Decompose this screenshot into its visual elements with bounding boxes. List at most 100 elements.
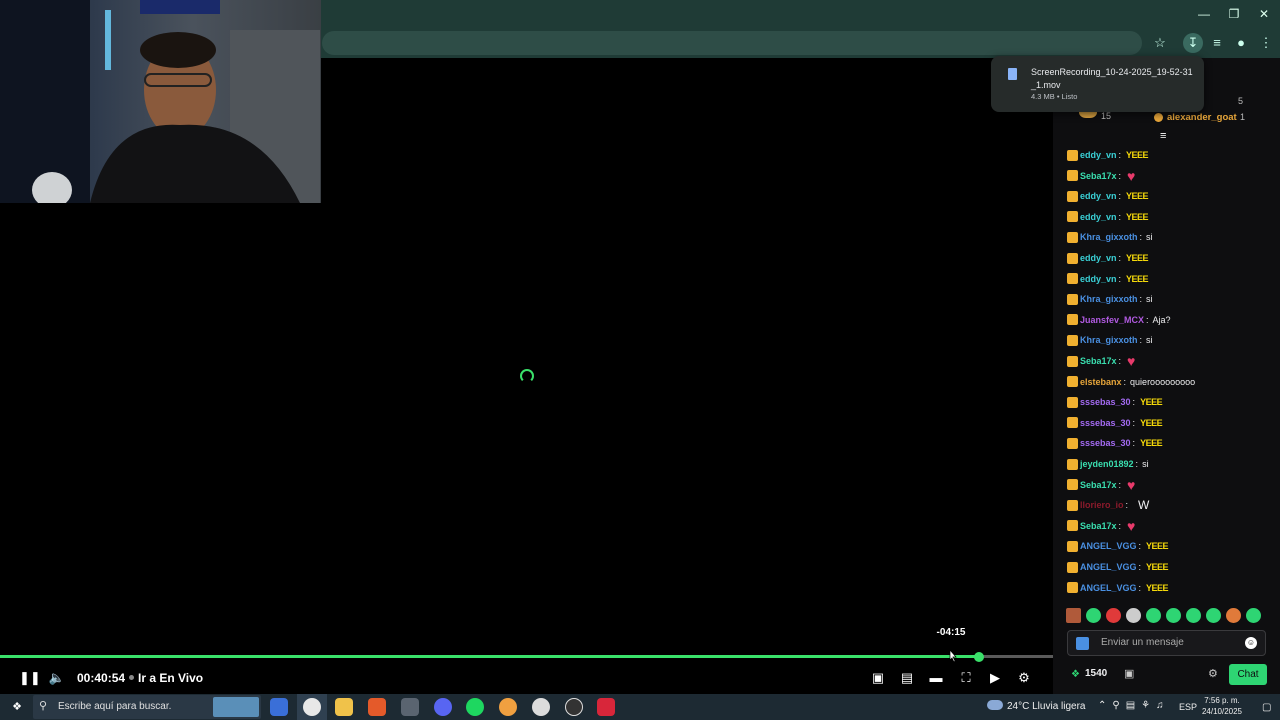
chat-message-input[interactable]: Enviar un mensaje ☺	[1067, 630, 1266, 656]
yeee-emote[interactable]: YEEE	[1126, 208, 1149, 226]
chat-username[interactable]: sssebas_30	[1080, 434, 1131, 452]
spotify-app-icon[interactable]	[466, 698, 484, 716]
yeee-emote[interactable]: YEEE	[1140, 414, 1163, 432]
yeee-emote[interactable]: YEEE	[1126, 146, 1149, 164]
recorder-app-icon[interactable]	[597, 698, 615, 716]
subscriber-badge-icon[interactable]	[1067, 396, 1078, 408]
subscriber-badge-icon[interactable]	[1067, 293, 1078, 305]
emote-icon[interactable]	[1226, 607, 1241, 623]
emote-icon[interactable]	[1086, 607, 1101, 623]
subscriber-badge-icon[interactable]	[1067, 499, 1078, 511]
subscriber-badge-icon[interactable]	[1067, 252, 1078, 264]
subscriber-badge-icon[interactable]	[1067, 190, 1078, 202]
heart-emote-icon[interactable]: ♥	[1127, 167, 1135, 185]
theatre-mode-icon[interactable]: ▬	[927, 669, 945, 687]
settings-gear-icon[interactable]: ⚙	[1015, 669, 1033, 687]
yeee-emote[interactable]: YEEE	[1146, 558, 1169, 576]
yeee-emote[interactable]: YEEE	[1126, 249, 1149, 267]
yeee-emote[interactable]: YEEE	[1146, 579, 1169, 597]
heart-emote-icon[interactable]: ♥	[1127, 352, 1135, 370]
chat-username[interactable]: jeyden01892	[1080, 455, 1134, 473]
heart-emote-icon[interactable]: ♥	[1127, 517, 1135, 535]
subscriber-badge-icon[interactable]	[1067, 561, 1078, 573]
download-filename[interactable]: ScreenRecording_10-24-2025_19-52-31_1.mo…	[1031, 66, 1196, 92]
subscriber-badge-icon[interactable]	[1067, 231, 1078, 243]
subscriber-badge-icon[interactable]	[1067, 540, 1078, 552]
emote-icon[interactable]	[1246, 607, 1261, 623]
chat-username[interactable]: Khra_gixxoth	[1080, 331, 1138, 349]
subscriber-badge-icon[interactable]	[1067, 170, 1078, 182]
emote-icon[interactable]	[1126, 607, 1141, 623]
subscriber-badge-icon[interactable]	[1067, 314, 1078, 326]
emote-picker-icon[interactable]: ☺	[1245, 637, 1257, 649]
fullscreen-icon[interactable]: ⛶	[957, 669, 975, 687]
menu-kebab-icon[interactable]: ⋮	[1256, 33, 1276, 53]
speed-icon[interactable]: ▶	[986, 669, 1004, 687]
windows-start-icon[interactable]: ❖	[8, 698, 26, 716]
emote-icon[interactable]	[1186, 607, 1201, 623]
restore-icon[interactable]: ❐	[1219, 4, 1249, 24]
system-tray-icons[interactable]: ⌃⚲▤⚘♫	[1098, 700, 1178, 711]
chrome-app-icon[interactable]	[303, 698, 321, 716]
language-indicator[interactable]: ESP	[1179, 702, 1197, 712]
chat-username[interactable]: Seba17x	[1080, 167, 1117, 185]
gift-icon[interactable]: ▣	[1124, 667, 1134, 680]
copilot-app-icon[interactable]	[270, 698, 288, 716]
weather-text[interactable]: 24°C Lluvia ligera	[1007, 701, 1086, 712]
chat-username[interactable]: Juansfev_MCX	[1080, 311, 1144, 329]
close-icon[interactable]: ✕	[1249, 4, 1279, 24]
chrome-profile-app-icon[interactable]	[499, 698, 517, 716]
reading-list-icon[interactable]: ≡	[1207, 33, 1227, 53]
subscriber-badge-icon[interactable]	[1067, 582, 1078, 594]
emote-icon[interactable]	[1166, 607, 1181, 623]
minimize-icon[interactable]: —	[1189, 4, 1219, 24]
emote-icon[interactable]	[1206, 607, 1221, 623]
channel-points-count[interactable]: 1540	[1085, 668, 1107, 679]
chat-username[interactable]: Khra_gixxoth	[1080, 228, 1138, 246]
yeee-emote[interactable]: YEEE	[1146, 537, 1169, 555]
chat-username[interactable]: eddy_vn	[1080, 187, 1117, 205]
settings-app-icon[interactable]	[532, 698, 550, 716]
chat-username[interactable]: elstebanx	[1080, 373, 1122, 391]
yeee-emote[interactable]: YEEE	[1140, 393, 1163, 411]
download-icon[interactable]: ↧	[1183, 33, 1203, 53]
subscriber-badge-icon[interactable]	[1067, 417, 1078, 429]
emote-icon[interactable]	[1146, 607, 1161, 623]
chat-username[interactable]: eddy_vn	[1080, 270, 1117, 288]
calculator-app-icon[interactable]	[401, 698, 419, 716]
yeee-emote[interactable]: YEEE	[1126, 270, 1149, 288]
chat-username[interactable]: ANGEL_VGG	[1080, 558, 1137, 576]
emote-icon[interactable]	[1066, 607, 1081, 623]
subscriber-badge-icon[interactable]	[1067, 355, 1078, 367]
mini-player-icon[interactable]: ▣	[869, 669, 887, 687]
taskbar-search-box[interactable]: ⚲ Escribe aquí para buscar.	[33, 695, 261, 719]
emote-icon[interactable]	[1106, 607, 1121, 623]
heart-emote-icon[interactable]: ♥	[1127, 476, 1135, 494]
omnibox[interactable]	[322, 31, 1142, 55]
chat-username[interactable]: sssebas_30	[1080, 393, 1131, 411]
bits-icon[interactable]	[1076, 637, 1089, 650]
chat-username[interactable]: Seba17x	[1080, 352, 1117, 370]
chat-username[interactable]: Seba17x	[1080, 476, 1117, 494]
chat-filter-icon[interactable]: ≡	[1160, 130, 1166, 142]
yeee-emote[interactable]: YEEE	[1140, 434, 1163, 452]
yeee-emote[interactable]: YEEE	[1126, 187, 1149, 205]
pause-icon[interactable]: ❚❚	[19, 669, 41, 687]
download-popup[interactable]: ScreenRecording_10-24-2025_19-52-31_1.mo…	[991, 56, 1204, 112]
subscriber-badge-icon[interactable]	[1067, 479, 1078, 491]
chat-username[interactable]: eddy_vn	[1080, 249, 1117, 267]
clip-icon[interactable]: ▤	[898, 669, 916, 687]
bookmark-star-icon[interactable]: ☆	[1150, 33, 1170, 53]
go-live-button[interactable]: Ir a En Vivo	[138, 669, 203, 687]
chat-username[interactable]: Khra_gixxoth	[1080, 290, 1138, 308]
subscriber-badge-icon[interactable]	[1067, 376, 1078, 388]
chat-settings-gear-icon[interactable]: ⚙	[1208, 667, 1218, 680]
subscriber-badge-icon[interactable]	[1067, 520, 1078, 532]
chat-username[interactable]: ANGEL_VGG	[1080, 537, 1137, 555]
clock[interactable]: 7:56 p. m. 24/10/2025	[1200, 695, 1244, 717]
chat-username[interactable]: Seba17x	[1080, 517, 1117, 535]
profile-icon[interactable]: ●	[1231, 33, 1251, 53]
brave-app-icon[interactable]	[368, 698, 386, 716]
subscriber-badge-icon[interactable]	[1067, 149, 1078, 161]
subscriber-badge-icon[interactable]	[1067, 211, 1078, 223]
